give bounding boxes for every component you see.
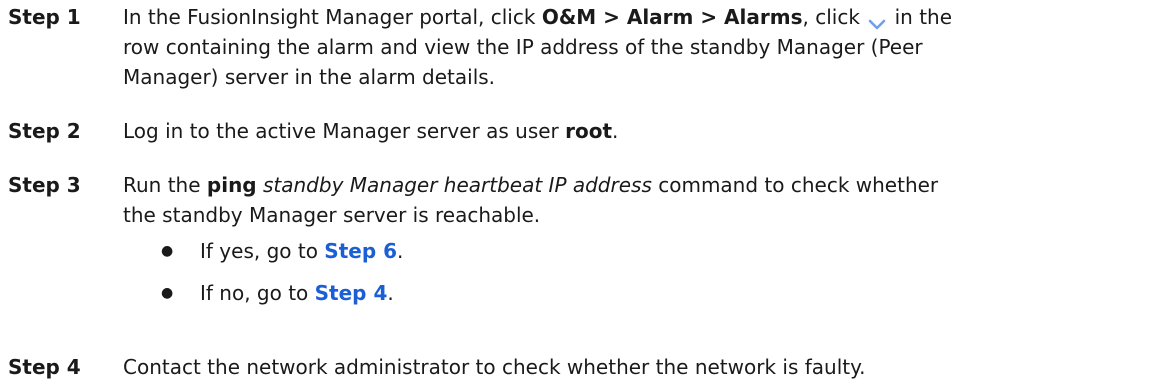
command-argument: standby Manager heartbeat IP address [262,173,652,197]
step-text-line: Run the ping standby Manager heartbeat I… [123,170,1153,200]
username: root [565,119,613,143]
step-label: Step 1 [8,5,81,29]
step-body: Contact the network administrator to che… [123,352,1153,382]
step-text: Log in to the active Manager server as u… [123,119,566,143]
step-body: Log in to the active Manager server as u… [123,116,1153,146]
step-text-line: Manager) server in the alarm details. [123,65,496,89]
bullet-icon: ● [161,285,174,301]
chevron-down-icon [868,10,886,29]
step-text: , click [802,5,867,29]
list-item-prefix: If no, go to [200,281,315,305]
step-text-line: Log in to the active Manager server as u… [123,116,1153,146]
step-body: In the FusionInsight Manager portal, cli… [123,2,1153,92]
step-text: in the [888,5,953,29]
list-item-text: If no, go to Step 4. [200,278,394,308]
list-item-suffix: . [397,239,404,263]
step-body: Run the ping standby Manager heartbeat I… [123,170,1153,305]
step-link[interactable]: Step 6 [324,239,397,263]
step-link[interactable]: Step 4 [315,281,388,305]
command-name: ping [206,173,257,197]
step-text: . [612,119,619,143]
step-text-line: the standby Manager server is reachable. [123,203,541,227]
step-label: Step 3 [8,173,81,197]
step-text: In the FusionInsight Manager portal, cli… [123,5,542,29]
step-text: Run the [123,173,207,197]
menu-path: O&M > Alarm > Alarms [541,5,803,29]
step-text: command to check whether [651,173,939,197]
list-item-text: If yes, go to Step 6. [200,236,403,266]
step-label: Step 2 [8,119,81,143]
list-item-suffix: . [387,281,394,305]
list-item: ● If no, go to Step 4. [123,278,1123,308]
list-item-prefix: If yes, go to [200,239,325,263]
step-text-line: In the FusionInsight Manager portal, cli… [123,2,1153,32]
step-label: Step 4 [8,355,81,379]
list-item: ● If yes, go to Step 6. [123,236,1123,266]
bullet-icon: ● [161,243,174,259]
step-text-line: Contact the network administrator to che… [123,355,866,379]
step-text-line: row containing the alarm and view the IP… [123,35,923,59]
